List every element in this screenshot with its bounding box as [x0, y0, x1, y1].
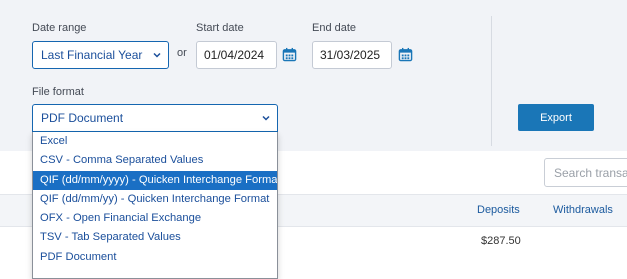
option-excel[interactable]: Excel [33, 132, 277, 151]
date-range-select[interactable]: Last Financial Year [32, 41, 169, 69]
option-qif-ddmmyyyy[interactable]: QIF (dd/mm/yyyy) - Quicken Interchange F… [33, 170, 277, 190]
option-qif-ddmmyy[interactable]: QIF (dd/mm/yy) - Quicken Interchange For… [33, 190, 277, 209]
withdrawals-header[interactable]: Withdrawals [553, 204, 613, 216]
date-range-label: Date range [32, 22, 87, 34]
end-date-value: 31/03/2025 [320, 48, 381, 62]
export-button[interactable]: Export [518, 104, 594, 131]
end-date-label: End date [312, 22, 357, 34]
deposit-cell: $287.50 [481, 235, 521, 247]
date-range-value: Last Financial Year [41, 48, 143, 62]
option-pdf[interactable]: PDF Document [33, 248, 277, 267]
divider [491, 16, 492, 146]
file-format-value: PDF Document [41, 111, 124, 125]
calendar-icon[interactable] [282, 47, 297, 62]
file-format-select[interactable]: PDF Document [32, 104, 278, 132]
end-date-input[interactable]: 31/03/2025 [312, 41, 392, 69]
file-format-label: File format [32, 86, 84, 98]
chevron-down-icon [153, 52, 161, 58]
export-panel: Date range Last Financial Year or Start … [0, 0, 627, 151]
option-csv[interactable]: CSV - Comma Separated Values [33, 151, 277, 170]
or-text: or [177, 47, 187, 59]
start-date-label: Start date [196, 22, 244, 34]
option-ofx[interactable]: OFX - Open Financial Exchange [33, 209, 277, 228]
start-date-input[interactable]: 01/04/2024 [196, 41, 277, 69]
start-date-value: 01/04/2024 [204, 48, 265, 62]
chevron-down-icon [262, 115, 270, 121]
file-format-dropdown-list: Excel CSV - Comma Separated Values QIF (… [32, 132, 278, 279]
deposits-header[interactable]: Deposits [477, 204, 520, 216]
option-tsv[interactable]: TSV - Tab Separated Values [33, 228, 277, 247]
search-input[interactable]: Search transactions [544, 158, 627, 187]
calendar-icon[interactable] [398, 47, 413, 62]
